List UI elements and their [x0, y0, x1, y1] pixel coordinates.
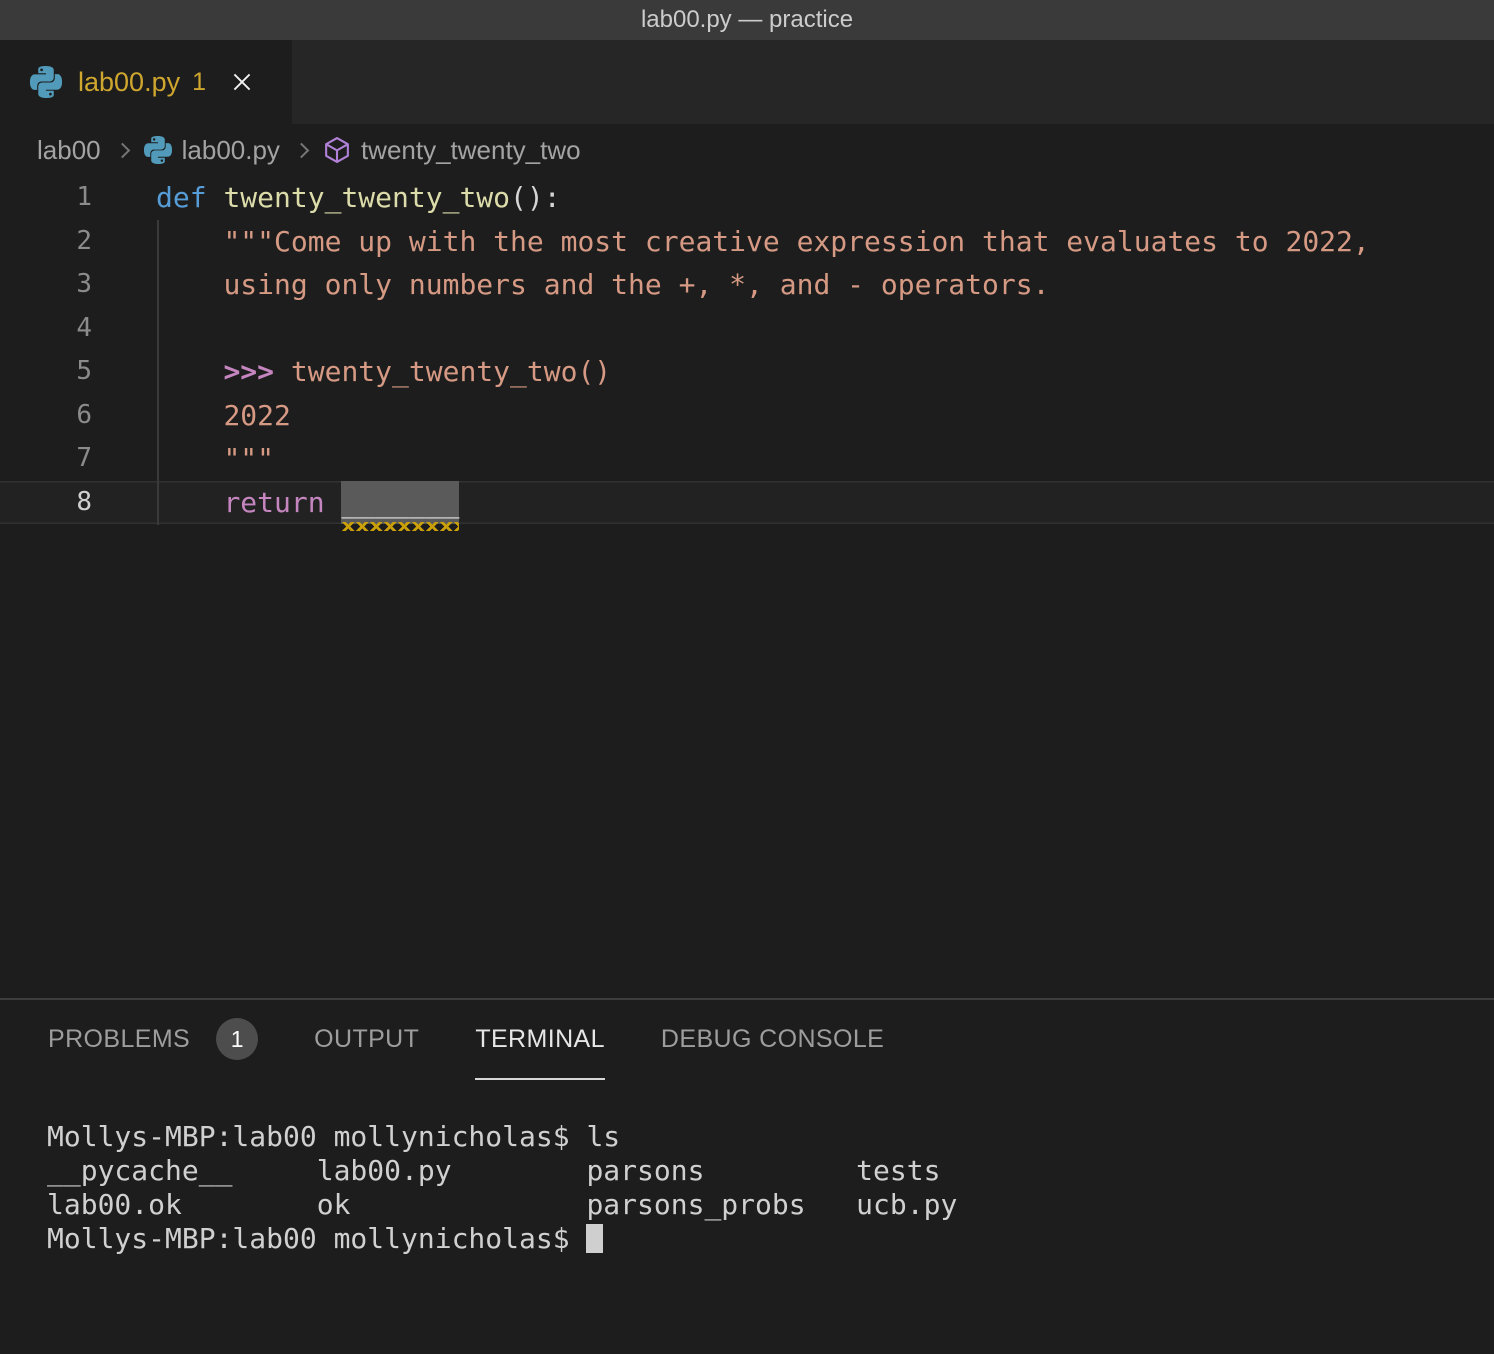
bottom-panel: PROBLEMS 1 OUTPUT TERMINAL DEBUG CONSOLE Mol…: [0, 998, 1494, 1352]
code-token: [156, 486, 223, 519]
code-text: 2022: [92, 394, 291, 438]
panel-tab-label: TERMINAL: [475, 1025, 605, 1054]
breadcrumb-symbol[interactable]: twenty_twenty_two: [361, 135, 581, 166]
code-text: """: [92, 437, 274, 481]
code-token: [156, 399, 223, 432]
code-text: using only numbers and the +, *, and - o…: [92, 263, 1049, 307]
code-line[interactable]: 1def twenty_twenty_two():: [0, 176, 1494, 220]
terminal-line: Mollys-MBP:lab00 mollynicholas$ ls: [47, 1120, 1494, 1154]
code-line[interactable]: 5 >>> twenty_twenty_two(): [0, 350, 1494, 394]
code-editor[interactable]: 1def twenty_twenty_two():2 """Come up wi…: [0, 176, 1494, 998]
editor-lines: 1def twenty_twenty_two():2 """Come up wi…: [0, 176, 1494, 524]
code-line[interactable]: 8 return _______: [0, 481, 1494, 525]
code-token: 2022: [223, 399, 290, 432]
python-icon: [30, 66, 62, 98]
breadcrumb-file[interactable]: lab00.py: [182, 135, 280, 166]
line-number: 1: [0, 176, 92, 220]
titlebar: lab00.py — practice: [0, 0, 1494, 40]
terminal-line: __pycache__ lab00.py parsons tests: [47, 1154, 1494, 1188]
terminal-cursor: [586, 1224, 603, 1253]
panel-tab-output[interactable]: OUTPUT: [314, 1000, 419, 1080]
code-text: [92, 307, 156, 351]
close-icon[interactable]: [228, 68, 256, 96]
code-token: twenty_twenty_two(): [291, 355, 611, 388]
code-token: >>>: [223, 355, 290, 388]
code-token: [156, 355, 223, 388]
code-token: ():: [510, 181, 561, 214]
code-token: """: [223, 442, 274, 475]
code-token: [156, 225, 223, 258]
terminal-text: Mollys-MBP:lab00 mollynicholas$ ls: [47, 1120, 620, 1153]
line-number: 5: [0, 350, 92, 394]
line-number: 8: [0, 481, 92, 525]
code-token: [156, 442, 223, 475]
panel-tab-label: DEBUG CONSOLE: [661, 1025, 884, 1054]
terminal-text: __pycache__ lab00.py parsons tests: [47, 1154, 940, 1187]
code-token: twenty_twenty_two: [223, 181, 510, 214]
tab-problem-count: 1: [192, 68, 206, 97]
terminal-text: lab00.ok ok parsons_probs ucb.py: [47, 1188, 957, 1221]
code-line[interactable]: 4: [0, 307, 1494, 351]
chevron-right-icon: [294, 142, 310, 158]
code-text: """Come up with the most creative expres…: [92, 220, 1370, 264]
panel-tab-label: OUTPUT: [314, 1025, 419, 1054]
python-icon: [144, 136, 172, 164]
panel-tab-terminal[interactable]: TERMINAL: [475, 1000, 605, 1080]
code-token: def: [156, 181, 207, 214]
line-number: 2: [0, 220, 92, 264]
code-token: """Come up with the most creative expres…: [223, 225, 1369, 258]
line-number: 3: [0, 263, 92, 307]
code-token: using only numbers and the +, *, and - o…: [223, 268, 1049, 301]
cube-symbol-icon: [323, 136, 351, 164]
terminal-line: Mollys-MBP:lab00 mollynicholas$: [47, 1222, 1494, 1256]
blank-placeholder[interactable]: _______: [341, 481, 459, 525]
code-line[interactable]: 7 """: [0, 437, 1494, 481]
line-number: 4: [0, 307, 92, 351]
window-title: lab00.py — practice: [641, 6, 853, 34]
panel-tab-label: PROBLEMS: [48, 1025, 190, 1054]
breadcrumb: lab00 lab00.py twenty_twenty_two: [0, 124, 1494, 176]
terminal-text: Mollys-MBP:lab00 mollynicholas$: [47, 1222, 586, 1255]
indent-guide: [157, 220, 159, 525]
terminal-output[interactable]: Mollys-MBP:lab00 mollynicholas$ ls__pyca…: [0, 1080, 1494, 1256]
problems-badge: 1: [216, 1018, 258, 1060]
panel-tab-problems[interactable]: PROBLEMS 1: [48, 1000, 258, 1080]
editor-tab-lab00[interactable]: lab00.py 1: [0, 40, 292, 124]
breadcrumb-folder[interactable]: lab00: [37, 135, 101, 166]
code-line[interactable]: 2 """Come up with the most creative expr…: [0, 220, 1494, 264]
code-token: [156, 268, 223, 301]
line-number: 7: [0, 437, 92, 481]
panel-tab-debug-console[interactable]: DEBUG CONSOLE: [661, 1000, 884, 1080]
code-text: >>> twenty_twenty_two(): [92, 350, 611, 394]
terminal-line: lab00.ok ok parsons_probs ucb.py: [47, 1188, 1494, 1222]
panel-tabs: PROBLEMS 1 OUTPUT TERMINAL DEBUG CONSOLE: [0, 1000, 1494, 1080]
tab-strip: lab00.py 1: [0, 40, 1494, 124]
code-text: def twenty_twenty_two():: [92, 176, 561, 220]
code-line[interactable]: 3 using only numbers and the +, *, and -…: [0, 263, 1494, 307]
code-line[interactable]: 6 2022: [0, 394, 1494, 438]
code-token: return: [223, 486, 324, 519]
code-token: [207, 181, 224, 214]
code-token: [325, 486, 342, 519]
tab-filename: lab00.py: [78, 67, 180, 98]
code-text: return _______: [92, 481, 459, 525]
line-number: 6: [0, 394, 92, 438]
chevron-right-icon: [114, 142, 130, 158]
